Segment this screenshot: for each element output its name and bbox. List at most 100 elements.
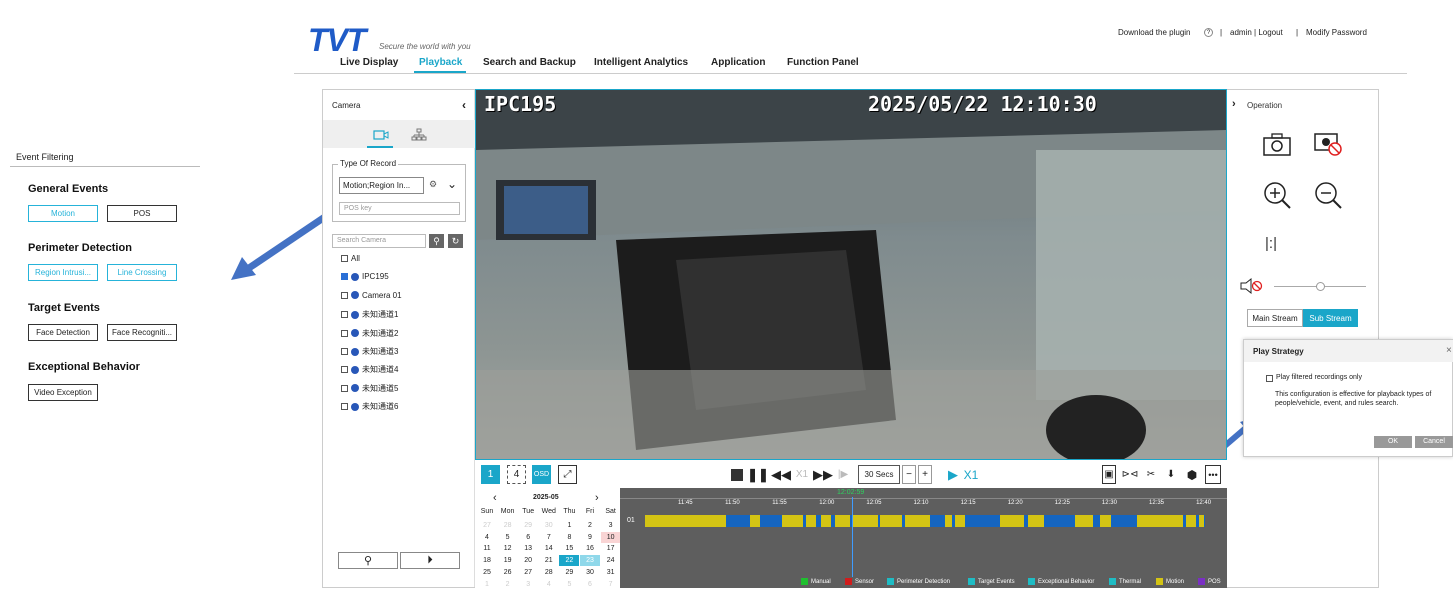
calendar-day[interactable]: 7 (539, 532, 559, 543)
calendar-day[interactable]: 4 (477, 532, 497, 543)
pos-key-input[interactable]: POS key (339, 202, 460, 215)
calendar-day[interactable]: 26 (498, 567, 518, 578)
calendar-day[interactable]: 10 (600, 531, 621, 543)
clip-icon[interactable]: ⊳⊲ (1122, 465, 1139, 484)
nav-application[interactable]: Application (711, 57, 765, 68)
camera-list-item[interactable]: 未知通道3 (341, 346, 398, 357)
rewind-icon[interactable]: ◀◀ (771, 465, 791, 484)
calendar-day[interactable]: 28 (539, 567, 559, 578)
zoom-in-icon[interactable] (1262, 180, 1292, 212)
calendar-day[interactable]: 18 (477, 555, 497, 566)
camera-checkbox[interactable] (341, 255, 348, 262)
calendar-day[interactable]: 28 (498, 520, 518, 531)
calendar-day[interactable]: 30 (539, 520, 559, 531)
camera-checkbox[interactable] (341, 348, 348, 355)
calendar-day[interactable]: 27 (477, 520, 497, 531)
camera-list-item[interactable]: 未知通道6 (341, 401, 398, 412)
calendar-day[interactable]: 4 (539, 579, 559, 590)
camera-checkbox[interactable] (341, 311, 348, 319)
tab-group-icon[interactable] (411, 128, 427, 141)
pause-icon[interactable]: ❚❚ (747, 465, 769, 484)
camera-snapshot-icon[interactable] (1262, 131, 1292, 159)
disable-record-icon[interactable] (1313, 131, 1343, 159)
next-month-icon[interactable]: › (595, 492, 599, 504)
camera-list-item[interactable]: Camera 01 (341, 291, 402, 300)
face-recognition-button[interactable]: Face Recogniti... (107, 324, 177, 341)
more-icon[interactable]: ••• (1205, 465, 1221, 484)
calendar-day[interactable]: 19 (498, 555, 518, 566)
sub-stream-button[interactable]: Sub Stream (1303, 309, 1358, 327)
stop-icon[interactable] (730, 465, 744, 484)
camera-list-item[interactable]: All (341, 254, 360, 263)
search-camera-input[interactable]: Search Camera (332, 234, 426, 248)
nav-playback[interactable]: Playback (419, 57, 462, 68)
tab-camera-icon[interactable] (373, 128, 389, 140)
calendar-day[interactable]: 11 (477, 543, 497, 554)
calendar-day[interactable]: 25 (477, 567, 497, 578)
region-intrusion-button[interactable]: Region Intrusi... (28, 264, 98, 281)
calendar-day[interactable]: 29 (518, 520, 538, 531)
calendar-day[interactable]: 15 (559, 543, 579, 554)
calendar-day[interactable]: 3 (601, 520, 621, 531)
play-button[interactable]: ⏵ (400, 552, 460, 569)
zoom-out-icon[interactable] (1313, 180, 1343, 212)
calendar-day[interactable]: 6 (518, 532, 538, 543)
minus-button[interactable]: − (902, 465, 916, 484)
calendar-day[interactable]: 3 (518, 579, 538, 590)
filtered-only-checkbox[interactable] (1266, 375, 1273, 382)
layout-1-button[interactable]: 1 (481, 465, 500, 484)
chevron-down-icon[interactable]: ⌄ (447, 177, 457, 191)
calendar-day[interactable]: 29 (559, 567, 579, 578)
nav-function-panel[interactable]: Function Panel (787, 57, 859, 68)
camera-list-item[interactable]: 未知通道4 (341, 364, 398, 375)
modify-password-link[interactable]: Modify Password (1306, 28, 1367, 37)
fast-forward-icon[interactable]: ▶▶ (813, 465, 833, 484)
step-forward-icon[interactable]: |▶ (836, 465, 850, 484)
calendar-day[interactable]: 16 (580, 543, 600, 554)
calendar-day[interactable]: 24 (601, 555, 621, 566)
filter-settings-icon[interactable]: ⚙ (429, 179, 441, 191)
collapse-right-icon[interactable]: › (1232, 98, 1236, 110)
calendar-day[interactable]: 7 (601, 579, 621, 590)
fullscreen-icon[interactable]: ⤢ (558, 465, 577, 484)
line-crossing-button[interactable]: Line Crossing (107, 264, 177, 281)
scissors-icon[interactable]: ✂ (1143, 465, 1159, 484)
interval-select[interactable]: 30 Secs (858, 465, 900, 484)
strategy-icon[interactable]: ⬢ (1185, 465, 1199, 484)
osd-button[interactable]: OSD (532, 465, 551, 484)
volume-slider-handle[interactable] (1316, 282, 1325, 291)
original-ratio-icon[interactable]: |:| (1265, 235, 1277, 252)
nav-search-backup[interactable]: Search and Backup (483, 57, 576, 68)
playhead[interactable] (852, 497, 853, 577)
camera-checkbox[interactable] (341, 403, 348, 411)
plus-button[interactable]: + (918, 465, 932, 484)
close-icon[interactable]: × (1446, 345, 1452, 356)
calendar-day[interactable]: 1 (559, 520, 579, 531)
refresh-icon[interactable]: ↻ (448, 234, 463, 248)
mute-icon[interactable] (1239, 277, 1265, 297)
download-plugin-link[interactable]: Download the plugin (1118, 28, 1191, 37)
face-detection-button[interactable]: Face Detection (28, 324, 98, 341)
user-logout-link[interactable]: admin | Logout (1230, 28, 1283, 37)
motion-button[interactable]: Motion (28, 205, 98, 222)
layout-4-button[interactable]: 4 (507, 465, 526, 484)
camera-list-item[interactable]: 未知通道1 (341, 309, 398, 320)
camera-checkbox[interactable] (341, 273, 348, 281)
play-icon[interactable]: ▶ (947, 465, 959, 484)
camera-list-item[interactable]: IPC195 (341, 272, 389, 281)
cancel-button[interactable]: Cancel (1415, 436, 1453, 448)
calendar-day[interactable]: 8 (559, 532, 579, 543)
calendar-day[interactable]: 14 (539, 543, 559, 554)
camera-checkbox[interactable] (341, 384, 348, 392)
calendar-day[interactable]: 23 (580, 555, 600, 567)
calendar-day[interactable]: 21 (539, 555, 559, 566)
pos-button[interactable]: POS (107, 205, 177, 222)
camera-list-item[interactable]: 未知通道5 (341, 383, 398, 394)
calendar-day[interactable]: 12 (498, 543, 518, 554)
download-icon[interactable]: ⬇ (1164, 465, 1178, 484)
calendar-day[interactable]: 27 (518, 567, 538, 578)
calendar-day[interactable]: 6 (580, 579, 600, 590)
calendar-day[interactable]: 5 (498, 532, 518, 543)
main-stream-button[interactable]: Main Stream (1247, 309, 1303, 327)
ok-button[interactable]: OK (1374, 436, 1412, 448)
